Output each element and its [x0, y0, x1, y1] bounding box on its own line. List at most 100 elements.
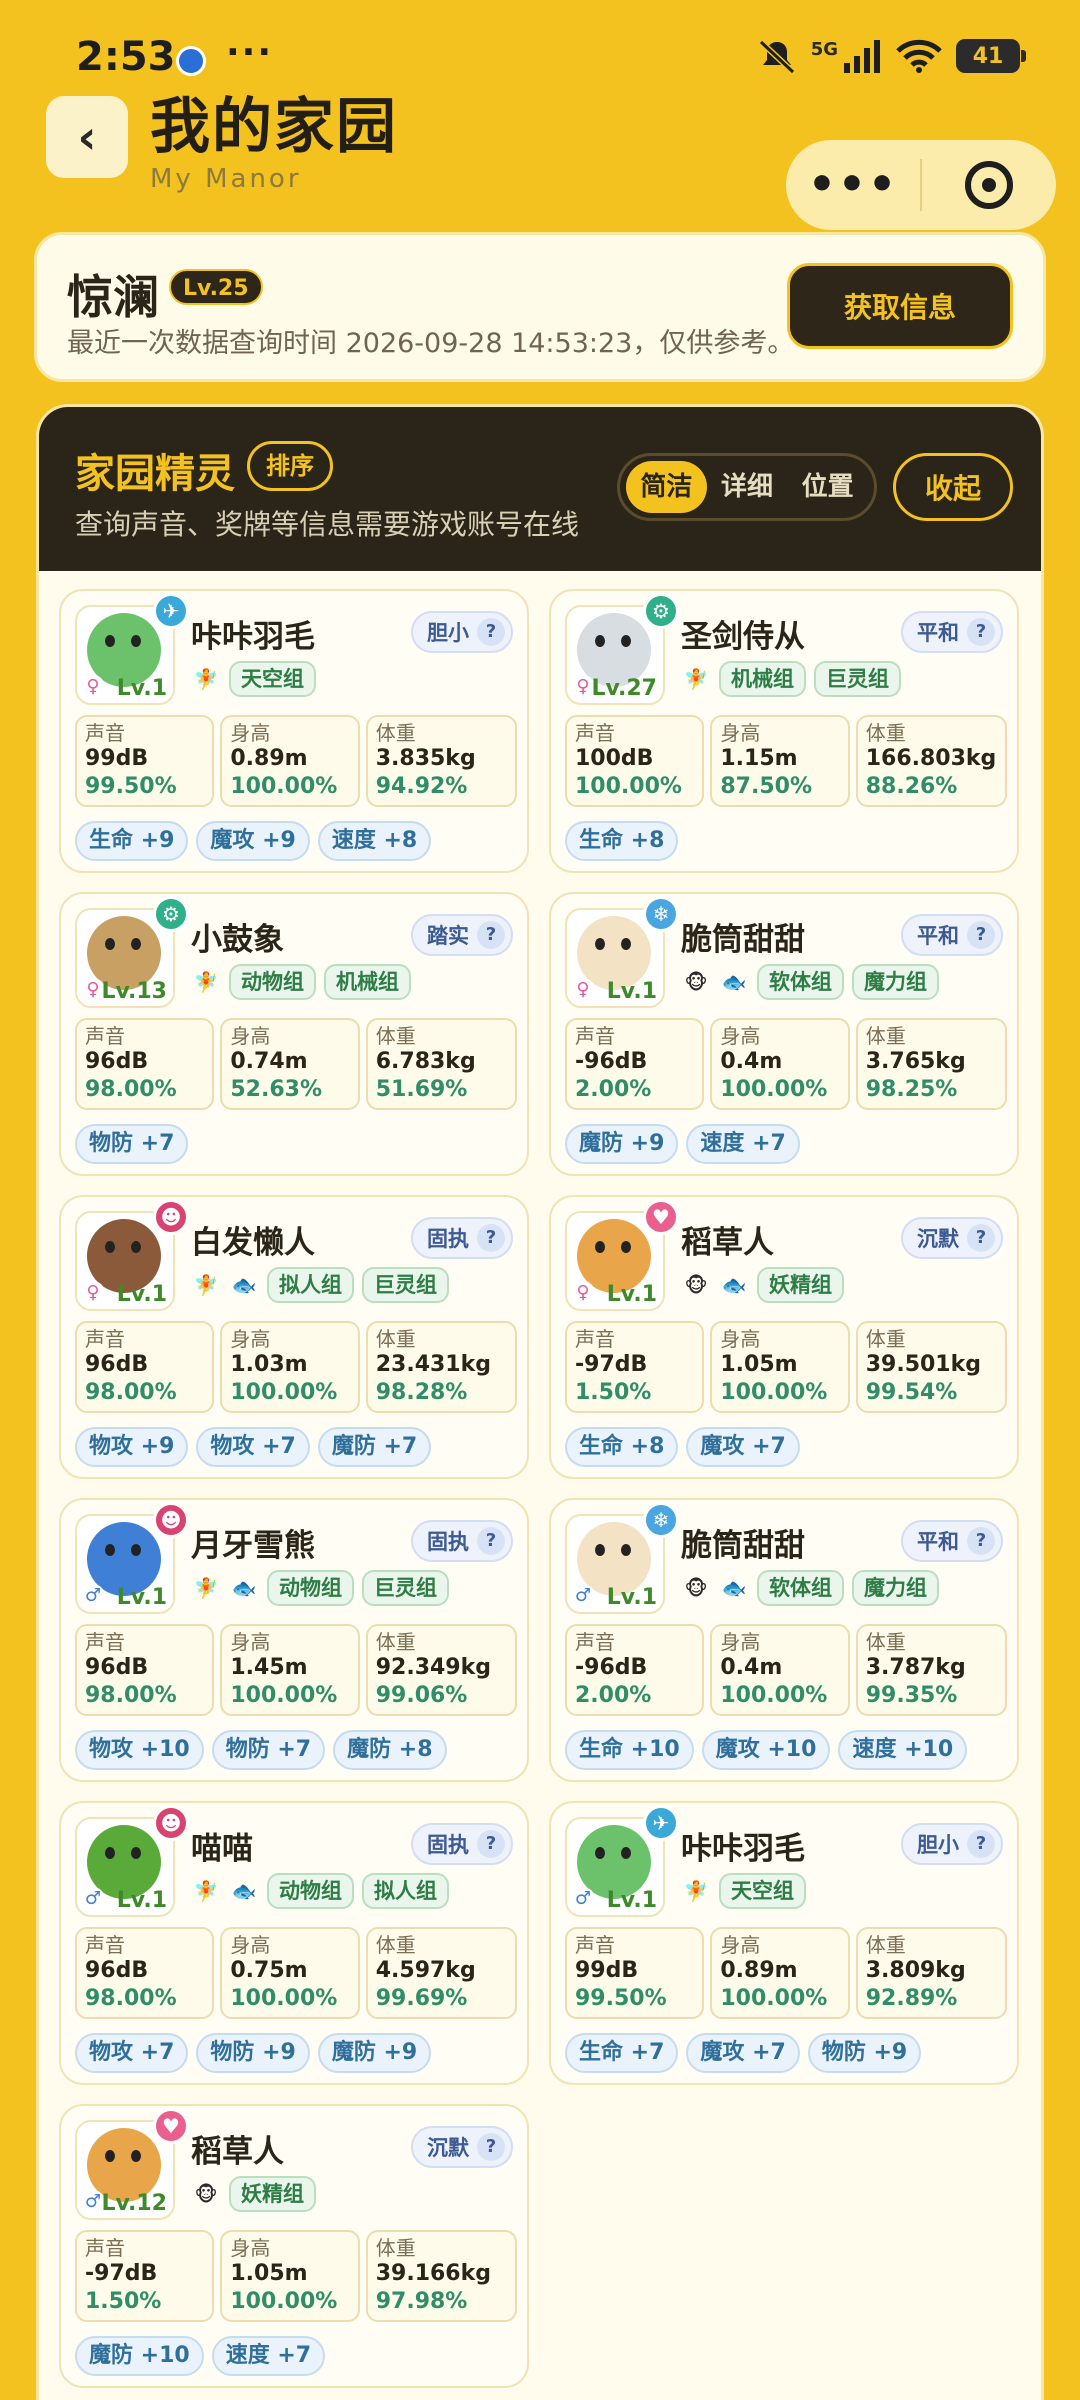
spirit-level: Lv.1 [606, 1888, 657, 1913]
nature-badge[interactable]: 平和? [901, 914, 1003, 956]
stat-boosts: 物攻 +9 物攻 +7 魔防 +7 [75, 1427, 432, 1467]
nature-badge[interactable]: 沉默? [901, 1217, 1003, 1259]
stat-boosts: 魔防 +9 速度 +7 [565, 1124, 800, 1164]
spirit-card[interactable]: ♀ Lv.1 ✈ 咔咔羽毛 胆小? 🧚 天空组 声音 99dB 99.50% 身高 0.89m 100.… [59, 589, 529, 873]
mute-icon [758, 39, 795, 74]
nature-badge[interactable]: 踏实? [411, 914, 513, 956]
spirit-stats: 声音 96dB 98.00% 身高 1.03m 100.00% 体重 23.431kg 98.2… [75, 1321, 518, 1413]
group-tag: 动物组 [267, 1873, 354, 1909]
boost-tag: 物防 +7 [75, 1124, 189, 1164]
spirit-name: 白发懒人 [191, 1225, 315, 1261]
type-icon: 🧚 [193, 1273, 219, 1297]
back-button[interactable]: ‹ [46, 96, 128, 178]
stat-percent: 87.50% [720, 774, 812, 799]
height-stat: 身高 1.45m 100.00% [220, 1624, 360, 1716]
nature-badge[interactable]: 固执? [411, 1217, 513, 1259]
stat-value: 3.765kg [865, 1049, 966, 1074]
spirit-stats: 声音 -97dB 1.50% 身高 1.05m 100.00% 体重 39.166kg 97.9… [75, 2230, 518, 2322]
stat-percent: 98.25% [865, 1077, 958, 1102]
height-stat: 身高 0.89m 100.00% [220, 715, 360, 807]
spirit-card[interactable]: ♂ Lv.1 ✈ 咔咔羽毛 胆小? 🧚 天空组 声音 99dB 99.50% 身高 0.89m 100.… [549, 1801, 1019, 2085]
boost-tag: 生命 +8 [565, 1427, 679, 1467]
fetch-info-button[interactable]: 获取信息 [787, 263, 1013, 349]
sound-stat: 声音 99dB 99.50% [75, 715, 215, 807]
spirit-level: Lv.1 [606, 1585, 657, 1610]
nature-label: 沉默 [917, 1227, 959, 1251]
male-icon: ♂ [571, 1584, 595, 1608]
panel-note: 查询声音、奖牌等信息需要游戏账号在线 [75, 508, 580, 541]
stat-percent: 100.00% [720, 1683, 828, 1708]
boost-tag: 生命 +7 [565, 2033, 679, 2073]
spirit-card[interactable]: ♂ Lv.12 ♥ 稻草人 沉默? 🐵 妖精组 声音 -97dB 1.50% 身高 1.05m 100.… [59, 2104, 529, 2388]
view-option-detail[interactable]: 详细 [707, 461, 788, 513]
height-stat: 身高 0.74m 52.63% [220, 1018, 360, 1110]
nature-label: 固执 [427, 1530, 469, 1554]
group-tag: 拟人组 [267, 1267, 354, 1303]
element-badge-icon: ⚙ [643, 593, 679, 629]
stat-value: 3.835kg [375, 746, 476, 771]
sound-stat: 声音 -96dB 2.00% [565, 1624, 705, 1716]
nature-label: 平和 [917, 621, 959, 645]
stat-label: 体重 [375, 2236, 416, 2260]
boost-tag: 魔攻 +10 [701, 1730, 831, 1770]
weight-stat: 体重 3.809kg 92.89% [855, 1927, 1008, 2019]
stat-label: 身高 [230, 1933, 271, 1957]
close-miniprogram-button[interactable] [922, 161, 1056, 209]
type-icon: 🧚 [683, 1879, 709, 1903]
collapse-button[interactable]: 收起 [893, 453, 1013, 521]
spirit-card[interactable]: ♀ Lv.13 ⚙ 小鼓象 踏实? 🧚 动物组 机械组 声音 96dB 98.00% 身高 0.74m 5… [59, 892, 529, 1176]
boost-tag: 物防 +7 [211, 1730, 326, 1770]
nature-badge[interactable]: 平和? [901, 1520, 1003, 1562]
spirit-level: Lv.1 [116, 1585, 167, 1610]
boost-tag: 魔防 +9 [317, 2033, 432, 2073]
nature-badge[interactable]: 胆小? [901, 1823, 1003, 1865]
spirit-card[interactable]: ♀ Lv.27 ⚙ 圣剑侍从 平和? 🧚 机械组 巨灵组 声音 100dB 100.00% 身高 1.1… [549, 589, 1019, 873]
help-icon: ? [477, 1830, 505, 1858]
help-icon: ? [477, 921, 505, 949]
view-option-simple[interactable]: 简洁 [626, 461, 707, 513]
sound-stat: 声音 96dB 98.00% [75, 1321, 215, 1413]
spirit-card[interactable]: ♀ Lv.1 ☻ 白发懒人 固执? 🧚 🐟 拟人组 巨灵组 声音 96dB 98.00% 身高 1.03m… [59, 1195, 529, 1479]
nature-badge[interactable]: 平和? [901, 611, 1003, 653]
stat-boosts: 魔防 +10 速度 +7 [75, 2336, 326, 2376]
group-tag: 天空组 [229, 661, 316, 697]
nature-label: 胆小 [917, 1833, 959, 1857]
target-icon [965, 161, 1013, 209]
user-info-card: 惊澜 Lv.25 最近一次数据查询时间 2026-09-28 14:53:23，… [34, 232, 1046, 382]
sound-stat: 声音 -97dB 1.50% [565, 1321, 705, 1413]
stat-boosts: 物攻 +7 物防 +9 魔防 +9 [75, 2033, 432, 2073]
spirit-card[interactable]: ♀ Lv.1 ♥ 稻草人 沉默? 🐵 🐟 妖精组 声音 -97dB 1.50% 身高 1.05m 100.… [549, 1195, 1019, 1479]
group-tag: 魔力组 [852, 1570, 939, 1606]
sort-button[interactable]: 排序 [247, 441, 333, 491]
spirit-card[interactable]: ♀ Lv.1 ❄ 脆筒甜甜 平和? 🐵 🐟 软体组 魔力组 声音 -96dB 2.00% 身高 0.4m 1… [549, 892, 1019, 1176]
stat-label: 体重 [865, 1933, 906, 1957]
stat-percent: 51.69% [375, 1077, 468, 1102]
boost-tag: 生命 +10 [565, 1730, 694, 1770]
stat-percent: 100.00% [720, 1986, 828, 2011]
group-tag: 妖精组 [229, 2176, 316, 2212]
stat-percent: 100.00% [230, 1380, 338, 1405]
stat-percent: 100.00% [230, 774, 338, 799]
female-icon: ♀ [81, 1281, 105, 1305]
weight-stat: 体重 4.597kg 99.69% [365, 1927, 518, 2019]
more-menu-button[interactable]: ••• [786, 155, 920, 215]
view-option-location[interactable]: 位置 [787, 461, 868, 513]
stat-percent: 98.00% [85, 1986, 177, 2011]
stat-label: 身高 [230, 1024, 271, 1048]
help-icon: ? [967, 1527, 995, 1555]
spirit-level: Lv.1 [606, 1282, 657, 1307]
boost-tag: 魔攻 +7 [686, 1427, 800, 1467]
stat-value: -97dB [575, 1352, 648, 1377]
boost-tag: 速度 +8 [317, 821, 432, 861]
nature-badge[interactable]: 沉默? [411, 2126, 513, 2168]
spirit-card[interactable]: ♂ Lv.1 ☻ 月牙雪熊 固执? 🧚 🐟 动物组 巨灵组 声音 96dB 98.00% 身高 1.45m… [59, 1498, 529, 1782]
nature-badge[interactable]: 固执? [411, 1520, 513, 1562]
nature-badge[interactable]: 固执? [411, 1823, 513, 1865]
spirit-tags: 🐵 🐟 软体组 魔力组 [681, 1570, 939, 1606]
spirit-card[interactable]: ♂ Lv.1 ☻ 喵喵 固执? 🧚 🐟 动物组 拟人组 声音 96dB 98.00% 身高 0.75m 10… [59, 1801, 529, 2085]
nature-badge[interactable]: 胆小? [411, 611, 513, 653]
weight-stat: 体重 39.501kg 99.54% [855, 1321, 1008, 1413]
spirit-card[interactable]: ♂ Lv.1 ❄ 脆筒甜甜 平和? 🐵 🐟 软体组 魔力组 声音 -96dB 2.00% 身高 0.4m 1… [549, 1498, 1019, 1782]
battery-level: 41 [972, 43, 1004, 69]
app-notification-icon [176, 46, 206, 76]
